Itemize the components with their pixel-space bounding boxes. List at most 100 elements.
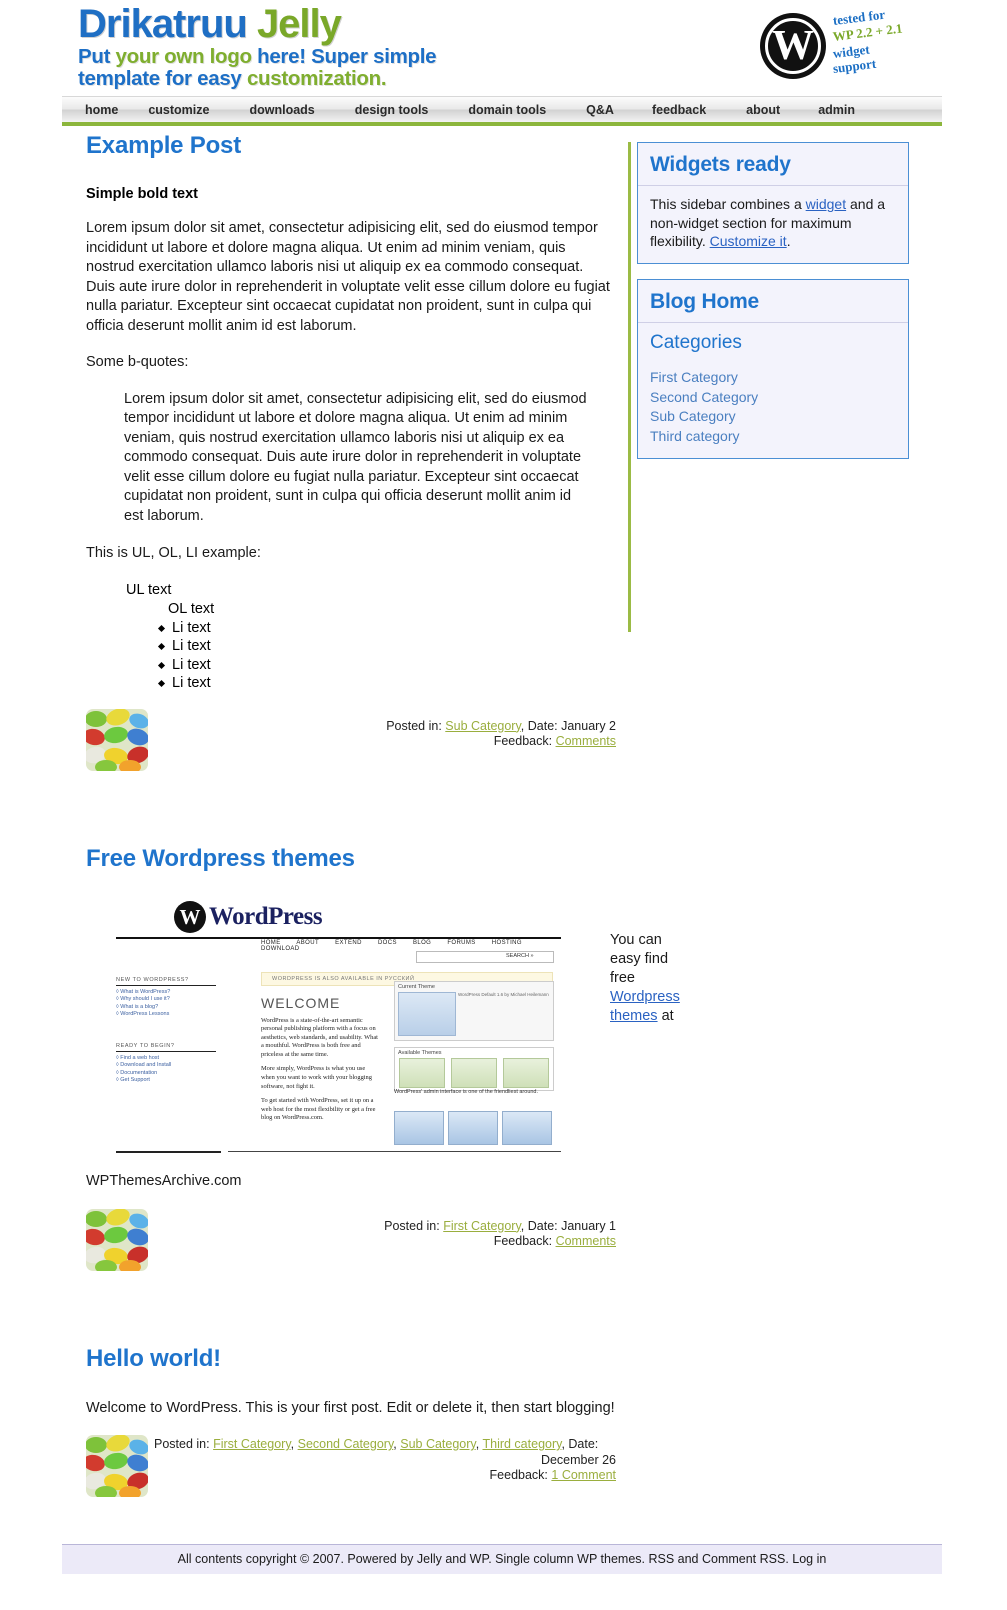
post-free-themes: Free Wordpress themes W WordPress HOME A… — [86, 845, 680, 1273]
nav-item-customize[interactable]: customize — [139, 103, 218, 117]
nav-item-admin[interactable]: admin — [809, 103, 864, 117]
wordpress-w-glyph: W — [772, 23, 814, 69]
widget-text-3: . — [786, 233, 791, 249]
post-title[interactable]: Free Wordpress themes — [86, 845, 616, 873]
tagline-e: customization. — [246, 67, 387, 90]
screenshot-panel-title: Available Themes — [398, 1049, 442, 1056]
widget-title: Blog Home — [638, 280, 908, 323]
list-item: First Category — [650, 368, 896, 387]
post-bold-lead: Simple bold text — [86, 186, 198, 202]
nav-item-about[interactable]: about — [737, 103, 789, 117]
list-item: Li text — [158, 656, 616, 675]
nav-item-qa[interactable]: Q&A — [577, 103, 623, 117]
screenshot-col-item: ◊ Find a web host — [116, 1054, 160, 1061]
screenshot-panel-available-themes: Available Themes — [394, 1046, 554, 1091]
site-logo[interactable]: Drikatruu Jelly Put your own logo here! … — [78, 2, 437, 90]
screenshot-nav-item: HOME — [261, 939, 281, 946]
side-line-1: You can — [610, 931, 662, 948]
jellybean-thumbnail — [86, 708, 148, 771]
nav-item-downloads[interactable]: downloads — [240, 103, 323, 117]
comments-link[interactable]: Comments — [556, 1234, 616, 1248]
sidebar-category-second[interactable]: Second Category — [650, 389, 758, 405]
tagline-c: here! Super simple — [257, 45, 437, 68]
wordpress-screenshot-row: W WordPress HOME ABOUT EXTEND DOCS BLOG … — [86, 898, 680, 1199]
widget-text-1: This sidebar combines a — [650, 196, 806, 212]
list-item: Li text — [158, 637, 616, 656]
meta-category-link[interactable]: First Category — [443, 1219, 521, 1233]
post-title[interactable]: Example Post — [86, 132, 616, 160]
ol-text: OL text — [168, 600, 215, 617]
main-column: Example Post Simple bold text Lorem ipsu… — [86, 132, 680, 1499]
site-footer: All contents copyright © 2007. Powered b… — [62, 1544, 942, 1574]
post-paragraph: Lorem ipsum dolor sit amet, consectetur … — [86, 220, 610, 334]
categories-heading: Categories — [650, 331, 742, 353]
post-meta: Posted in: First Category, Date: January… — [86, 1209, 616, 1250]
screenshot-body-para: More simply, WordPress is what you use w… — [261, 1065, 372, 1090]
posted-in-label: Posted in: — [154, 1437, 210, 1451]
screenshot-col-item: ◊ What is a blog? — [116, 1003, 159, 1010]
nav-item-home[interactable]: home — [76, 103, 127, 117]
screenshot-nav-item: HOSTING — [491, 939, 522, 946]
sidebar-category-third[interactable]: Third category — [650, 428, 739, 444]
screenshot-left-column: NEW TO WORDPRESS? ◊ What is WordPress? ◊… — [116, 977, 216, 1085]
meta-category-link[interactable]: Third category — [482, 1437, 561, 1451]
nav-item-design-tools[interactable]: design tools — [346, 103, 438, 117]
screenshot-body-para: To get started with WordPress, set it up… — [261, 1097, 376, 1122]
screenshot-thumbnail-strip — [394, 1110, 552, 1145]
screenshot-welcome-heading: WELCOME — [261, 994, 341, 1011]
meta-date-value: December 26 — [540, 1452, 616, 1467]
widget-body: Categories First Category Second Categor… — [638, 323, 908, 459]
customize-link[interactable]: Customize it — [710, 233, 787, 249]
li-list: Li text Li text Li text Li text — [86, 619, 616, 693]
screenshot-col-head: NEW TO WORDPRESS? — [116, 977, 216, 986]
tagline-d: template for easy — [78, 67, 242, 90]
themes-side-text: You can easy find free Wordpress themes … — [610, 931, 706, 1026]
post-footer: Posted in: First Category, Second Catego… — [86, 1435, 616, 1499]
post-footer: Posted in: First Category, Date: January… — [86, 1208, 616, 1273]
meta-date: , Date: January 1 — [520, 1218, 616, 1233]
sidebar-category-first[interactable]: First Category — [650, 369, 738, 385]
widget-link[interactable]: widget — [806, 196, 846, 212]
screenshot-nav-item: DOWNLOAD — [261, 945, 300, 952]
list-item: Third category — [650, 427, 896, 446]
screenshot-theme-thumb — [399, 1057, 445, 1088]
sidebar: Widgets ready This sidebar combines a wi… — [637, 142, 909, 474]
side-line-4: at — [661, 1007, 674, 1024]
meta-category-link[interactable]: First Category — [213, 1437, 291, 1451]
nav-item-domain-tools[interactable]: domain tools — [459, 103, 555, 117]
category-list: First Category Second Category Sub Categ… — [650, 368, 896, 445]
jellybean-thumbnail — [86, 1208, 148, 1271]
screenshot-caption: WordPress' admin interface is one of the… — [394, 1088, 539, 1095]
list-item: Second Category — [650, 388, 896, 407]
screenshot-theme-thumb — [451, 1057, 497, 1088]
meta-category-link[interactable]: Sub Category — [445, 719, 521, 733]
screenshot-theme-thumb — [503, 1057, 549, 1088]
badge-text: tested for WP 2.2 + 2.1 widget support — [832, 7, 933, 76]
comments-link[interactable]: Comments — [556, 734, 616, 748]
post-meta: Posted in: Sub Category, Date: January 2… — [86, 709, 616, 750]
jellybean-thumbnail — [86, 1435, 148, 1497]
list-intro: This is UL, OL, LI example: — [86, 545, 261, 561]
screenshot-rule — [228, 1150, 561, 1152]
post-title-part-2: world! — [150, 1344, 221, 1372]
nav-item-feedback[interactable]: feedback — [643, 103, 715, 117]
list-item: Li text — [158, 619, 616, 638]
comments-link[interactable]: 1 Comment — [551, 1468, 616, 1482]
post-title[interactable]: Hello world! — [86, 1345, 616, 1373]
wordpress-tested-badge: W tested for WP 2.2 + 2.1 widget support — [755, 6, 935, 92]
meta-category-link[interactable]: Second Category — [298, 1437, 394, 1451]
meta-category-link[interactable]: Sub Category — [400, 1437, 476, 1451]
widget-box-widgets-ready: Widgets ready This sidebar combines a wi… — [637, 142, 909, 264]
quote-intro: Some b-quotes: — [86, 354, 189, 370]
logo-word-1: Drikatruu — [78, 2, 248, 46]
footer-text[interactable]: All contents copyright © 2007. Powered b… — [62, 1545, 942, 1573]
side-line-3: free — [610, 969, 635, 986]
feedback-label: Feedback: — [493, 1234, 553, 1248]
post-title-part-1: Hello — [86, 1344, 144, 1372]
posted-in-label: Posted in: — [384, 1218, 440, 1233]
sidebar-category-sub[interactable]: Sub Category — [650, 408, 736, 424]
screenshot-theme-preview — [398, 991, 456, 1036]
screenshot-panel-text: WordPress Default 1.6 by Michael Heilema… — [458, 991, 549, 997]
list-item: Li text — [158, 674, 616, 693]
screenshot-nav-item: ABOUT — [296, 939, 320, 946]
